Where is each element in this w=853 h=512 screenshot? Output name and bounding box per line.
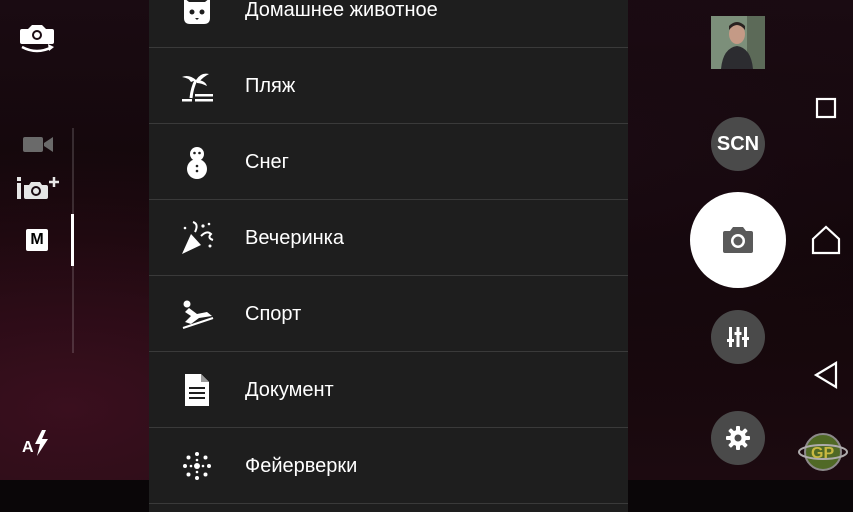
document-icon [185, 374, 209, 406]
sport-icon [182, 300, 214, 329]
beach-icon [182, 73, 213, 102]
scene-label: Пляж [245, 75, 296, 97]
scene-label: Домашнее животное [245, 0, 438, 21]
manual-mode-icon[interactable]: M [26, 229, 48, 251]
party-icon [182, 221, 214, 254]
snowman-icon [187, 147, 207, 179]
last-photo-thumbnail[interactable] [711, 16, 765, 69]
mode-scroll-indicator [71, 214, 74, 266]
list-item-document[interactable]: Документ [149, 352, 628, 428]
shutter-camera-icon [723, 227, 753, 253]
adjust-sliders-icon [727, 327, 749, 347]
list-item-party[interactable]: Вечеринка [149, 200, 628, 276]
scene-mode-button[interactable]: SCN [711, 117, 765, 171]
svg-text:A: A [22, 439, 34, 456]
recents-icon[interactable] [815, 97, 837, 119]
scene-label: Спорт [245, 303, 302, 325]
svg-text:GP: GP [811, 445, 834, 462]
list-item-beach[interactable]: Пляж [149, 48, 628, 124]
list-item-fireworks[interactable]: Фейерверки [149, 428, 628, 504]
list-item-pet[interactable]: Домашнее животное [149, 0, 628, 48]
fireworks-icon [183, 452, 211, 480]
scn-label: SCN [716, 132, 760, 155]
shutter-button[interactable] [690, 192, 786, 288]
switch-camera-icon[interactable] [18, 22, 56, 54]
scene-label: Фейерверки [245, 455, 358, 477]
adjust-settings-button[interactable] [711, 310, 765, 364]
thumbnail-portrait-image [711, 16, 765, 69]
video-icon[interactable] [22, 133, 54, 155]
list-item-snow[interactable]: Снег [149, 124, 628, 200]
scene-label: Снег [245, 151, 289, 173]
watermark-logo: GP [798, 433, 848, 471]
photo-plus-icon[interactable] [16, 175, 62, 201]
pet-icon [184, 0, 210, 24]
gear-icon [726, 426, 750, 450]
scene-label: Документ [245, 379, 334, 401]
mode-bar: M A [0, 0, 80, 480]
home-icon[interactable] [810, 224, 842, 256]
flash-auto-icon[interactable]: A [22, 428, 52, 458]
back-icon[interactable] [812, 360, 840, 390]
settings-button[interactable] [711, 411, 765, 465]
scene-selection-list[interactable]: Домашнее животное Пляж Снег Вечеринка Сп… [149, 0, 628, 512]
scene-label: Вечеринка [245, 227, 344, 249]
list-item-sport[interactable]: Спорт [149, 276, 628, 352]
